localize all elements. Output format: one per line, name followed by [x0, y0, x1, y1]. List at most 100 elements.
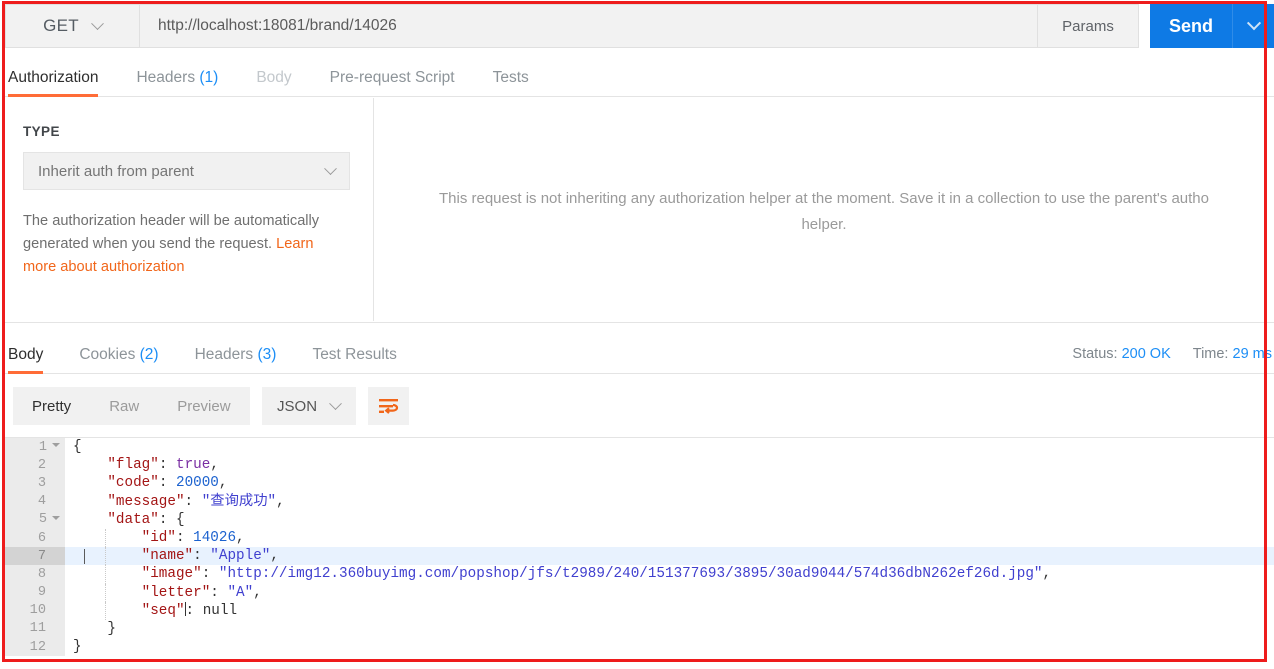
indent-guide [105, 547, 106, 566]
tab-count: (2) [135, 346, 159, 363]
tab-count: (1) [195, 69, 219, 86]
chevron-down-icon [324, 161, 337, 175]
code-token: : [175, 529, 194, 546]
code-token: "seq" [141, 602, 185, 619]
request-tab-tests[interactable]: Tests [493, 69, 529, 96]
fold-arrow-icon[interactable] [52, 443, 60, 452]
http-method-selector[interactable]: GET [5, 4, 139, 48]
body-format-value: JSON [277, 397, 318, 415]
code-line[interactable]: 12} [5, 638, 1274, 657]
time-badge: Time: 29 ms [1193, 346, 1272, 362]
line-number: 11 [5, 619, 65, 639]
code-line-content: "code": 20000, [65, 474, 227, 492]
text-cursor [184, 601, 186, 616]
request-bar: GET http://localhost:18081/brand/14026 P… [5, 4, 1274, 48]
code-line[interactable]: 4 "message": "查询成功", [5, 492, 1274, 511]
code-line-content: "data": { [65, 511, 185, 529]
code-line-content: "id": 14026, [65, 529, 245, 547]
response-tabs-list: Body Cookies (2) Headers (3) Test Results [5, 346, 1072, 374]
code-token: : [210, 584, 228, 601]
code-line-content: } [65, 638, 82, 656]
code-token: , [218, 475, 228, 492]
tab-label: Pre-request Script [329, 69, 455, 86]
response-body-code[interactable]: 1{2 "flag": true, 3 "code": 20000, 4 "mess… [5, 437, 1274, 663]
response-tab-cookies[interactable]: Cookies (2) [79, 346, 158, 373]
code-token: "name" [141, 548, 194, 565]
tab-count: (3) [253, 346, 277, 363]
response-tab-headers[interactable]: Headers (3) [195, 346, 277, 373]
indent-guide [105, 528, 106, 548]
code-line-content: "image": "http://img12.360buyimg.com/pop… [65, 565, 1051, 583]
body-view-preview[interactable]: Preview [158, 387, 249, 425]
code-line-content: { [65, 438, 82, 456]
status-badge: Status: 200 OK [1072, 346, 1170, 362]
code-line[interactable]: 7 "name": "Apple", [5, 547, 1274, 566]
code-token: : [158, 457, 176, 474]
code-token: : [158, 475, 176, 492]
send-options-button[interactable] [1232, 4, 1274, 48]
code-line[interactable]: 9 "letter": "A", [5, 583, 1274, 602]
code-line[interactable]: 8 "image": "http://img12.360buyimg.com/p… [5, 565, 1274, 584]
auth-help-sentence: The authorization header will be automat… [23, 213, 320, 252]
code-line[interactable]: 10 "seq": null [5, 601, 1274, 620]
body-view-pretty[interactable]: Pretty [13, 387, 90, 425]
auth-inherit-note: This request is not inheriting any autho… [374, 186, 1274, 238]
auth-type-label: TYPE [23, 124, 60, 139]
code-token: 14026 [193, 529, 237, 546]
auth-inherit-note-line2: helper. [801, 216, 847, 233]
code-token: } [73, 620, 116, 637]
code-line[interactable]: 3 "code": 20000, [5, 474, 1274, 493]
code-token: } [73, 639, 82, 656]
status-label: Status: [1072, 346, 1118, 362]
chevron-down-icon [1246, 16, 1261, 31]
response-tab-bar: Body Cookies (2) Headers (3) Test Results S… [5, 322, 1274, 374]
word-wrap-toggle[interactable] [367, 387, 409, 425]
indent-guide [105, 583, 106, 602]
line-number: 2 [5, 456, 65, 475]
params-button[interactable]: Params [1038, 4, 1139, 48]
auth-type-value: Inherit auth from parent [38, 162, 194, 180]
url-value: http://localhost:18081/brand/14026 [158, 17, 397, 34]
code-line[interactable]: 2 "flag": true, [5, 456, 1274, 475]
request-tab-pre-request-script[interactable]: Pre-request Script [330, 69, 455, 96]
word-wrap-icon [378, 398, 398, 414]
code-line[interactable]: 1{ [5, 438, 1274, 457]
fold-arrow-icon[interactable] [52, 515, 60, 524]
time-label: Time: [1192, 346, 1229, 362]
code-line-content: } [65, 620, 116, 638]
body-view-raw[interactable]: Raw [90, 387, 158, 425]
indent-guide [105, 601, 106, 620]
code-token: : [201, 566, 219, 583]
response-tab-test-results[interactable]: Test Results [312, 346, 396, 373]
body-format-select[interactable]: JSON [261, 387, 356, 425]
tab-label: Test Results [312, 346, 397, 363]
send-label: Send [1168, 15, 1213, 36]
code-line[interactable]: 6 "id": 14026, [5, 528, 1274, 548]
code-line[interactable]: 5 "data": { [5, 510, 1274, 529]
code-token: "flag" [107, 457, 159, 474]
auth-type-select[interactable]: Inherit auth from parent [23, 152, 350, 190]
indent-guide [105, 565, 106, 584]
request-tab-headers[interactable]: Headers (1) [136, 69, 218, 96]
line-number: 12 [5, 638, 65, 657]
url-input[interactable]: http://localhost:18081/brand/14026 [139, 4, 1038, 48]
chevron-down-icon [91, 16, 104, 30]
code-token: "A" [227, 584, 254, 601]
tab-label: Headers [136, 69, 196, 86]
code-token: : { [158, 511, 185, 528]
code-line[interactable]: 11 } [5, 619, 1274, 639]
tab-label: Tests [492, 69, 529, 86]
request-tab-body[interactable]: Body [256, 69, 291, 96]
request-tab-authorization[interactable]: Authorization [8, 69, 99, 97]
code-line-content: "flag": true, [65, 456, 219, 474]
code-token: , [276, 493, 285, 510]
authorization-info-pane: This request is not inheriting any autho… [374, 98, 1274, 321]
code-token: : [185, 602, 203, 619]
line-number: 4 [5, 492, 65, 511]
code-line-content: "letter": "A", [65, 584, 262, 602]
response-tab-body[interactable]: Body [8, 346, 44, 374]
chevron-down-icon [329, 396, 342, 410]
code-token: : [193, 548, 211, 565]
send-button[interactable]: Send [1150, 4, 1232, 48]
